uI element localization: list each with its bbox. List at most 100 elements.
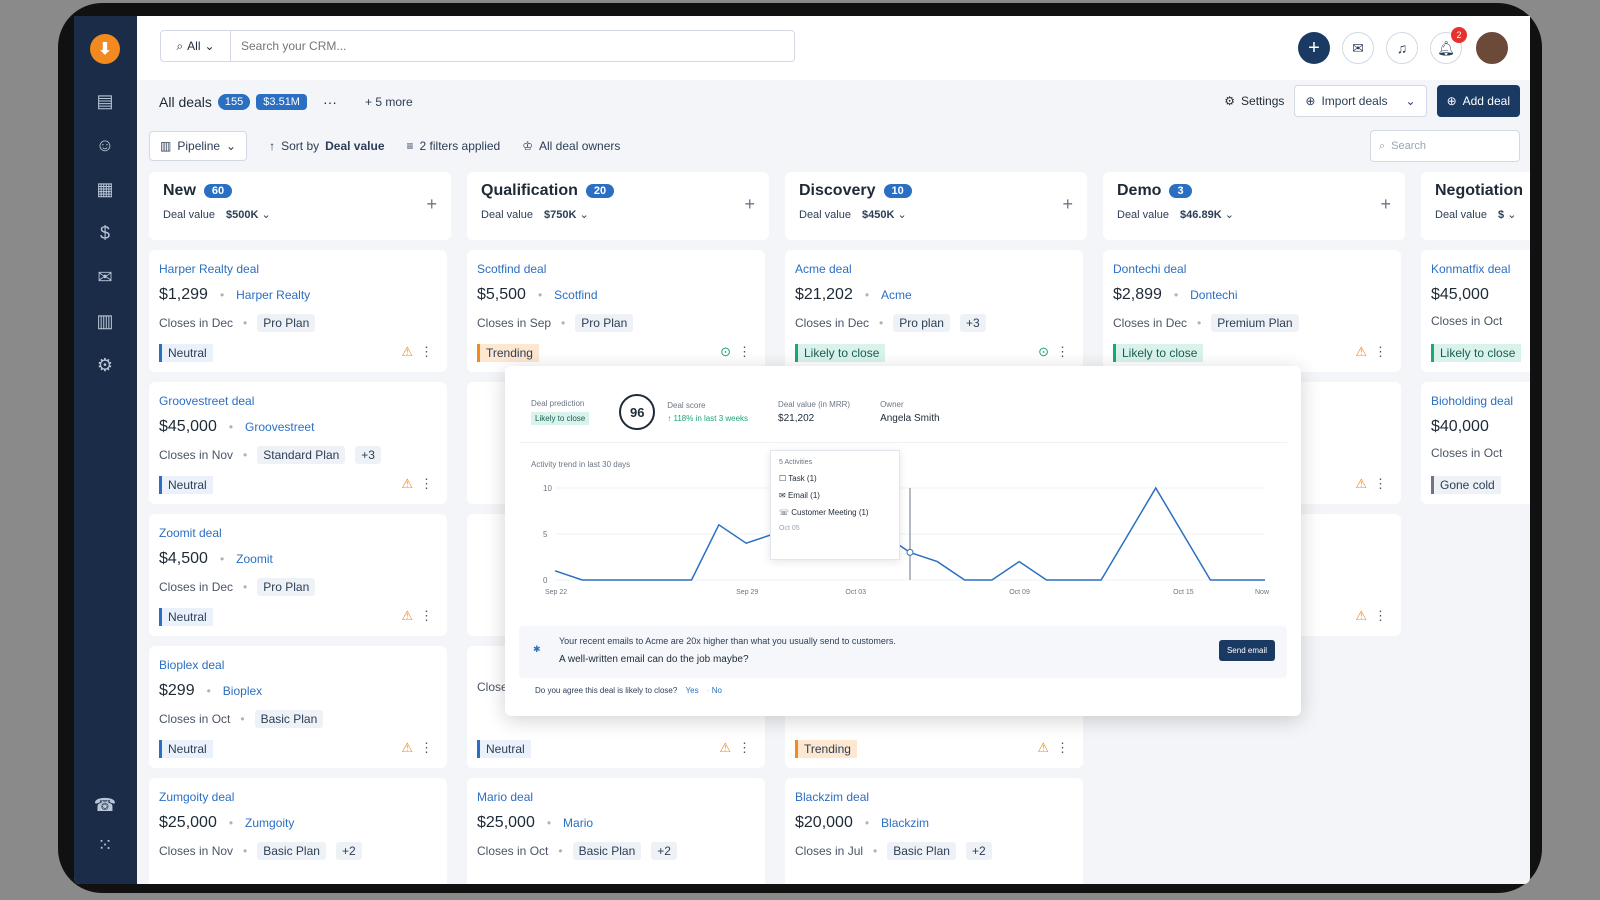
kebab-menu-icon[interactable]: ⋮ [420,740,433,756]
app-logo-icon[interactable]: ⬇ [90,34,120,64]
kebab-menu-icon[interactable]: ⋮ [1056,344,1069,360]
tab-all-deals[interactable]: All deals 155 $3.51M ··· [149,83,347,121]
mail-button[interactable]: ✉ [1342,32,1374,64]
apps-grid-icon[interactable]: ⁙ [92,832,118,858]
avatar[interactable] [1474,30,1510,66]
deal-name-link[interactable]: Zumgoity deal [159,790,437,804]
company-link[interactable]: Groovestreet [245,420,314,434]
chevron-down-icon[interactable]: ⌄ [1406,94,1416,108]
deal-name-link[interactable]: Zoomit deal [159,526,437,540]
board-search[interactable]: ⌕ Search [1370,130,1520,162]
deal-card[interactable]: Mario deal $25,000 • Mario Closes in Oct… [467,778,765,884]
deal-name-link[interactable]: Mario deal [477,790,755,804]
extra-tags-count[interactable]: +2 [651,842,677,860]
add-to-column-button[interactable]: + [426,194,437,215]
deal-name-link[interactable]: Groovestreet deal [159,394,437,408]
deal-name-link[interactable]: Konmatfix deal [1431,262,1530,276]
warning-icon[interactable]: ⚠ [401,344,413,360]
deal-name-link[interactable]: Bioplex deal [159,658,437,672]
pipeline-select[interactable]: ▥ Pipeline ⌄ [149,131,248,161]
column-value[interactable]: Deal value $750K ⌄ [481,208,755,221]
bell-icon[interactable]: ♫ [1386,32,1418,64]
dashboard-icon[interactable]: ▤ [92,88,118,114]
deal-card[interactable]: Dontechi deal $2,899 • Dontechi Closes i… [1103,250,1401,372]
extra-tags-count[interactable]: +3 [355,446,381,464]
more-options-icon[interactable]: ··· [323,94,337,110]
column-value[interactable]: Deal value $450K ⌄ [799,208,1073,221]
deal-name-link[interactable]: Blackzim deal [795,790,1073,804]
kebab-menu-icon[interactable]: ⋮ [1374,476,1387,492]
deal-card[interactable]: Blackzim deal $20,000 • Blackzim Closes … [785,778,1083,884]
settings-icon[interactable]: ⚙ [92,352,118,378]
contacts-icon[interactable]: ☺ [92,132,118,158]
kebab-menu-icon[interactable]: ⋮ [1374,344,1387,360]
kebab-menu-icon[interactable]: ⋮ [420,476,433,492]
kebab-menu-icon[interactable]: ⋮ [420,608,433,624]
deal-name-link[interactable]: Acme deal [795,262,1073,276]
deal-value-badge[interactable]: $3.51M [256,94,307,110]
add-to-column-button[interactable]: + [1380,194,1391,215]
warning-icon[interactable]: ⚠ [719,740,731,756]
reports-icon[interactable]: ▥ [92,308,118,334]
add-deal-button[interactable]: ⊕ Add deal [1436,85,1520,117]
company-link[interactable]: Zoomit [236,552,273,566]
deal-card[interactable]: Zumgoity deal $25,000 • Zumgoity Closes … [149,778,447,884]
kebab-menu-icon[interactable]: ⋮ [1056,740,1069,756]
sort-button[interactable]: ↑ Sort by Deal value [269,139,384,153]
phone-icon[interactable]: ☎ [92,792,118,818]
deal-card[interactable]: Acme deal $21,202 • Acme Closes in Dec •… [785,250,1083,372]
mail-icon[interactable]: ✉ [92,264,118,290]
deal-card[interactable]: Bioholding deal $40,000 Closes in Oct Go… [1421,382,1530,504]
settings-button[interactable]: ⚙ Settings [1224,94,1284,108]
company-link[interactable]: Scotfind [554,288,597,302]
deal-card[interactable]: Bioplex deal $299 • Bioplex Closes in Oc… [149,646,447,768]
kebab-menu-icon[interactable]: ⋮ [1374,608,1387,624]
warning-icon[interactable]: ⚠ [1037,740,1049,756]
add-to-column-button[interactable]: + [1062,194,1073,215]
deal-card[interactable]: Harper Realty deal $1,299 • Harper Realt… [149,250,447,372]
company-link[interactable]: Mario [563,816,593,830]
column-value[interactable]: Deal value $46.89K ⌄ [1117,208,1391,221]
extra-tags-count[interactable]: +2 [965,842,992,860]
company-link[interactable]: Dontechi [1190,288,1237,302]
create-button[interactable]: + [1298,32,1330,64]
company-link[interactable]: Blackzim [881,816,929,830]
warning-icon[interactable]: ⚠ [401,476,413,492]
deal-card[interactable]: Zoomit deal $4,500 • Zoomit Closes in De… [149,514,447,636]
warning-icon[interactable]: ⚠ [1355,344,1367,360]
trend-up-icon[interactable]: ⊙ [720,344,731,360]
extra-tags-count[interactable]: +3 [959,314,986,332]
filters-button[interactable]: ≡ 2 filters applied [407,139,501,153]
kebab-menu-icon[interactable]: ⋮ [738,740,751,756]
deal-card[interactable]: Konmatfix deal $45,000 Closes in Oct Lik… [1421,250,1530,372]
warning-icon[interactable]: ⚠ [401,608,413,624]
deals-icon[interactable]: $ [92,220,118,246]
column-value[interactable]: Deal value $500K ⌄ [163,208,437,221]
search-input[interactable] [231,39,771,53]
agree-yes-link[interactable]: Yes [686,686,699,695]
column-value[interactable]: Deal value $ ⌄ [1435,208,1530,221]
deal-name-link[interactable]: Bioholding deal [1431,394,1530,408]
deal-card[interactable]: Groovestreet deal $45,000 • Groovestreet… [149,382,447,504]
accounts-icon[interactable]: ▦ [92,176,118,202]
extra-tags-count[interactable]: +2 [335,842,362,860]
deal-card[interactable]: Scotfind deal $5,500 • Scotfind Closes i… [467,250,765,372]
warning-icon[interactable]: ⚠ [401,740,413,756]
warning-icon[interactable]: ⚠ [1355,476,1367,492]
search-scope-select[interactable]: ⌕ All ⌄ [161,31,231,61]
send-email-button[interactable]: Send email [1218,640,1275,661]
notifications-button[interactable]: 🔔︎ 2 [1430,27,1467,64]
deal-name-link[interactable]: Scotfind deal [477,262,755,276]
company-link[interactable]: Bioplex [223,684,262,698]
trend-up-icon[interactable]: ⊙ [1038,344,1049,360]
company-link[interactable]: Harper Realty [236,288,310,302]
add-to-column-button[interactable]: + [744,194,755,215]
owners-button[interactable]: ♔ All deal owners [522,139,620,153]
deal-name-link[interactable]: Dontechi deal [1113,262,1391,276]
company-link[interactable]: Acme [881,288,912,302]
kebab-menu-icon[interactable]: ⋮ [420,344,433,360]
agree-no-link[interactable]: No [712,686,722,695]
kebab-menu-icon[interactable]: ⋮ [738,344,751,360]
company-link[interactable]: Zumgoity [245,816,294,830]
warning-icon[interactable]: ⚠ [1355,608,1367,624]
